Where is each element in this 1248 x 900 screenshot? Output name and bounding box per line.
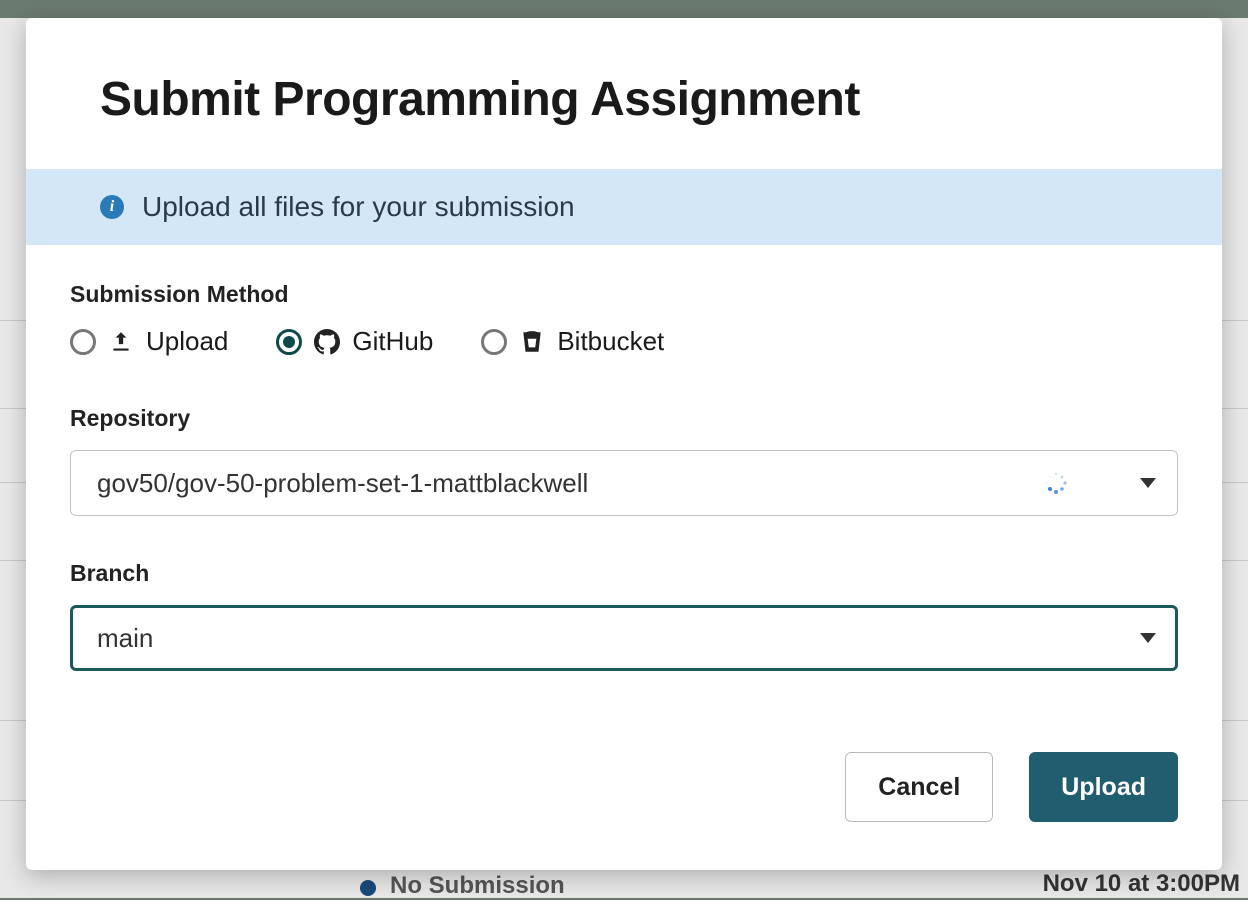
branch-input[interactable] <box>70 605 1178 671</box>
bitbucket-icon <box>519 329 545 355</box>
info-message: Upload all files for your submission <box>142 191 575 223</box>
repository-combobox[interactable] <box>70 450 1178 516</box>
radio-circle <box>481 329 507 355</box>
radio-github[interactable]: GitHub <box>276 326 433 357</box>
submission-method-options: Upload GitHub Bitbucket <box>70 326 1178 357</box>
upload-icon <box>108 329 134 355</box>
radio-circle <box>276 329 302 355</box>
github-icon <box>314 329 340 355</box>
submit-assignment-modal: Submit Programming Assignment i Upload a… <box>26 18 1222 870</box>
branch-label: Branch <box>70 560 1178 587</box>
upload-button[interactable]: Upload <box>1029 752 1178 822</box>
submission-method-group: Submission Method Upload GitHub <box>70 281 1178 357</box>
info-icon: i <box>100 195 124 219</box>
top-strip <box>0 0 1248 18</box>
branch-combobox[interactable] <box>70 605 1178 671</box>
modal-footer: Cancel Upload <box>26 740 1222 870</box>
background-due-date: Nov 10 at 3:00PM <box>1043 870 1240 898</box>
submission-method-label: Submission Method <box>70 281 1178 308</box>
background-no-submission: No Submission <box>390 872 565 900</box>
radio-github-label: GitHub <box>352 326 433 357</box>
repository-input[interactable] <box>70 450 1178 516</box>
info-banner: i Upload all files for your submission <box>26 169 1222 245</box>
loading-spinner-icon <box>1044 471 1068 495</box>
radio-bitbucket[interactable]: Bitbucket <box>481 326 664 357</box>
radio-upload-label: Upload <box>146 326 228 357</box>
branch-group: Branch <box>70 560 1178 671</box>
cancel-button[interactable]: Cancel <box>845 752 993 822</box>
repository-group: Repository <box>70 405 1178 516</box>
radio-bitbucket-label: Bitbucket <box>557 326 664 357</box>
radio-upload[interactable]: Upload <box>70 326 228 357</box>
repository-label: Repository <box>70 405 1178 432</box>
radio-circle <box>70 329 96 355</box>
modal-title: Submit Programming Assignment <box>26 18 1222 169</box>
